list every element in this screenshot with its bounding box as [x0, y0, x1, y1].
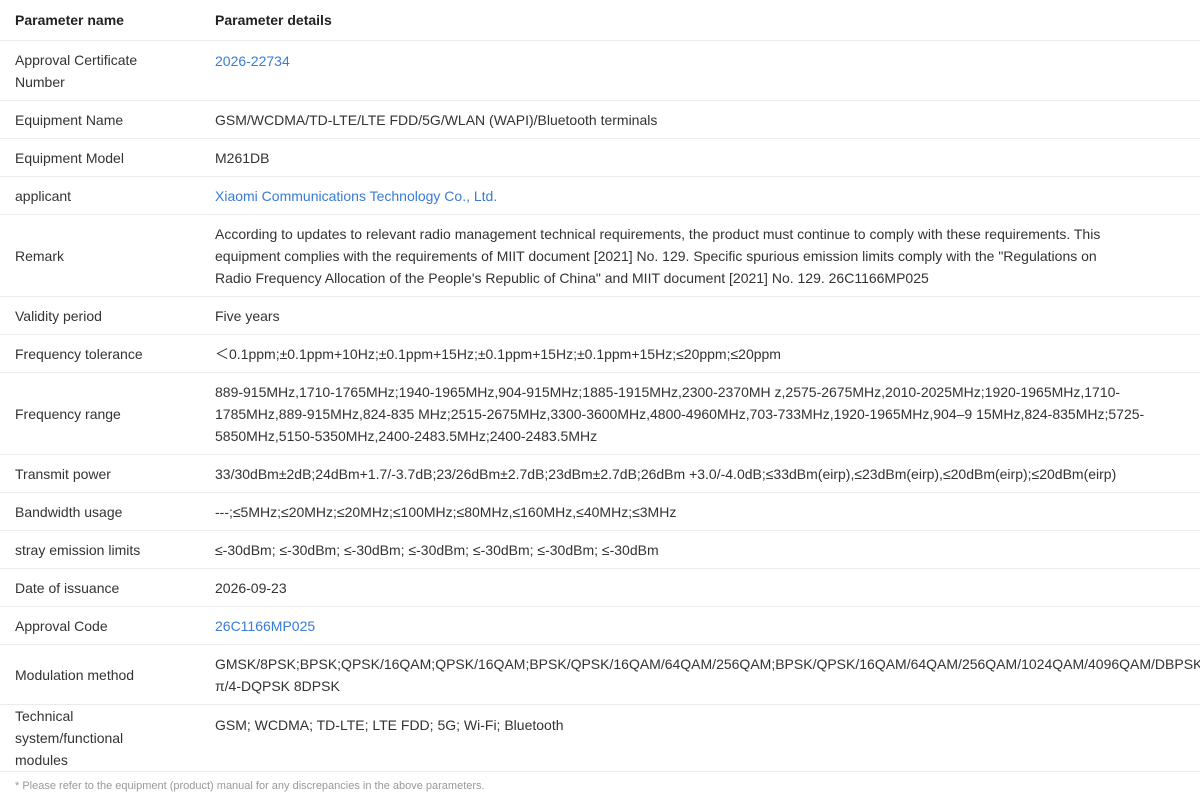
table-row: Modulation method GMSK/8PSK;BPSK;QPSK/16…	[0, 644, 1200, 705]
param-value: ---;≤5MHz;≤20MHz;≤20MHz;≤100MHz;≤80MHz,≤…	[200, 492, 1200, 531]
param-name: Transmit power	[0, 454, 200, 493]
param-value: GSM/WCDMA/TD-LTE/LTE FDD/5G/WLAN (WAPI)/…	[200, 100, 1200, 139]
table-row: Bandwidth usage ---;≤5MHz;≤20MHz;≤20MHz;…	[0, 492, 1200, 531]
table-header-row: Parameter name Parameter details	[0, 0, 1200, 41]
table-row: Approval Code 26C1166MP025	[0, 606, 1200, 645]
table-row: Approval Certificate Number 2026-22734	[0, 40, 1200, 101]
table-row: Validity period Five years	[0, 296, 1200, 335]
remark-line: According to updates to relevant radio m…	[215, 225, 1101, 242]
param-name: Validity period	[0, 296, 200, 335]
approval-certificate-number-link[interactable]: 2026-22734	[215, 53, 290, 69]
param-value-cell: 26C1166MP025	[200, 606, 1200, 645]
param-name: Approval Code	[0, 606, 200, 645]
footnote: * Please refer to the equipment (product…	[15, 780, 485, 792]
param-name: Equipment Name	[0, 100, 200, 139]
param-value: ＜0.1ppm;±0.1ppm+10Hz;±0.1ppm+15Hz;±0.1pp…	[200, 334, 1200, 373]
frequency-range-line: 889-915MHz,1710-1765MHz;1940-1965MHz,904…	[215, 383, 1121, 400]
param-value-cell: According to updates to relevant radio m…	[200, 214, 1200, 297]
table-row: Remark According to updates to relevant …	[0, 214, 1200, 297]
certificate-page: Parameter name Parameter details Approva…	[0, 0, 1200, 800]
modulation-line: GMSK/8PSK;BPSK;QPSK/16QAM;QPSK/16QAM;BPS…	[215, 655, 1200, 672]
param-name: Frequency range	[0, 372, 200, 455]
table-row: Date of issuance 2026-09-23	[0, 568, 1200, 607]
applicant-link[interactable]: Xiaomi Communications Technology Co., Lt…	[215, 188, 497, 204]
param-name: stray emission limits	[0, 530, 200, 569]
header-parameter-details: Parameter details	[200, 0, 1200, 41]
frequency-range-line: 5850MHz,5150-5350MHz,2400-2483.5MHz;2400…	[215, 427, 598, 444]
table-row: Equipment Model M261DB	[0, 138, 1200, 177]
param-value-cell: 2026-22734	[200, 40, 1200, 101]
table-row: Frequency tolerance ＜0.1ppm;±0.1ppm+10Hz…	[0, 334, 1200, 373]
param-value: 33/30dBm±2dB;24dBm+1.7/-3.7dB;23/26dBm±2…	[200, 454, 1200, 493]
param-value: Five years	[200, 296, 1200, 335]
param-name: Equipment Model	[0, 138, 200, 177]
parameter-table: Parameter name Parameter details Approva…	[0, 0, 1200, 772]
param-value: ≤-30dBm; ≤-30dBm; ≤-30dBm; ≤-30dBm; ≤-30…	[200, 530, 1200, 569]
table-row: Transmit power 33/30dBm±2dB;24dBm+1.7/-3…	[0, 454, 1200, 493]
param-name: Approval Certificate Number	[0, 40, 200, 101]
param-name: Date of issuance	[0, 568, 200, 607]
param-name: applicant	[0, 176, 200, 215]
param-value-cell: GMSK/8PSK;BPSK;QPSK/16QAM;QPSK/16QAM;BPS…	[200, 644, 1200, 705]
modulation-line: π/4-DQPSK 8DPSK	[215, 677, 340, 694]
approval-code-link[interactable]: 26C1166MP025	[215, 618, 315, 634]
param-value-cell: Xiaomi Communications Technology Co., Lt…	[200, 176, 1200, 215]
table-row: applicant Xiaomi Communications Technolo…	[0, 176, 1200, 215]
param-value: 2026-09-23	[200, 568, 1200, 607]
table-row: Technical system/functional modules GSM;…	[0, 704, 1200, 772]
param-value: M261DB	[200, 138, 1200, 177]
remark-line: Radio Frequency Allocation of the People…	[215, 269, 929, 286]
param-name: Remark	[0, 214, 200, 297]
header-parameter-name: Parameter name	[0, 0, 200, 41]
table-row: Frequency range 889-915MHz,1710-1765MHz;…	[0, 372, 1200, 455]
table-row: Equipment Name GSM/WCDMA/TD-LTE/LTE FDD/…	[0, 100, 1200, 139]
remark-line: equipment complies with the requirements…	[215, 247, 1097, 264]
param-value: GSM; WCDMA; TD-LTE; LTE FDD; 5G; Wi-Fi; …	[200, 704, 1200, 772]
param-name: Bandwidth usage	[0, 492, 200, 531]
frequency-range-line: 1785MHz,889-915MHz,824-835 MHz;2515-2675…	[215, 405, 1145, 422]
table-row: stray emission limits ≤-30dBm; ≤-30dBm; …	[0, 530, 1200, 569]
param-value-cell: 889-915MHz,1710-1765MHz;1940-1965MHz,904…	[200, 372, 1200, 455]
param-name: Modulation method	[0, 644, 200, 705]
param-name: Frequency tolerance	[0, 334, 200, 373]
param-name: Technical system/functional modules	[0, 704, 200, 772]
